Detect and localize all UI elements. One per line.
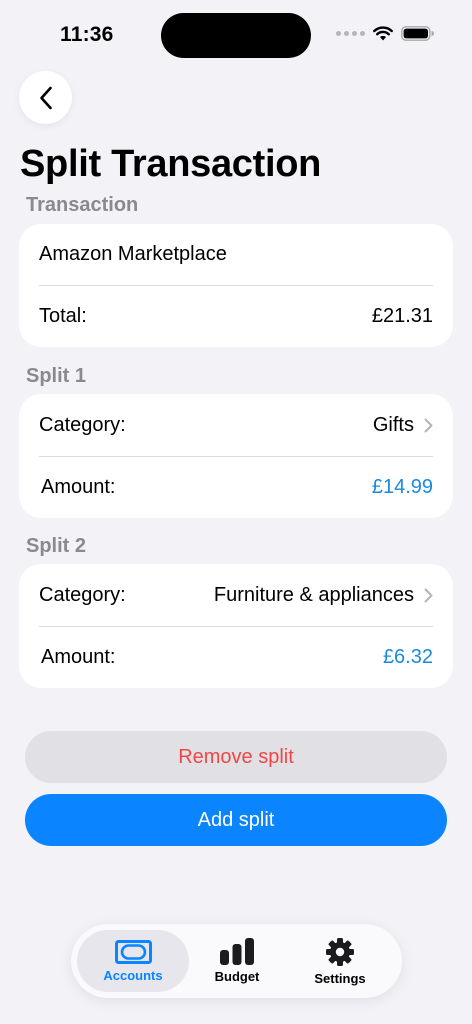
split-1-amount-row: Amount: £14.99 <box>39 457 433 518</box>
split-2-category-row[interactable]: Category: Furniture & appliances <box>39 564 433 626</box>
merchant-row: Amazon Marketplace <box>39 224 433 285</box>
chevron-right-icon <box>424 588 433 602</box>
total-value: £21.31 <box>371 305 433 327</box>
chevron-left-icon <box>39 86 52 109</box>
wallet-card-icon <box>114 939 152 964</box>
split-1-header: Split 1 <box>26 365 87 387</box>
amount-label: Amount: <box>41 646 116 668</box>
split-transaction-screen: 11:36 Split Transaction Transaction Amaz… <box>0 0 472 1024</box>
add-split-button[interactable]: Add split <box>25 794 447 846</box>
tab-budget[interactable]: Budget <box>189 930 285 992</box>
category-value: Furniture & appliances <box>213 583 414 606</box>
chevron-right-icon <box>424 418 433 432</box>
tab-label: Settings <box>314 970 366 986</box>
tab-settings[interactable]: Settings <box>285 930 395 992</box>
transaction-card: Amazon Marketplace Total: £21.31 <box>19 224 453 347</box>
split-1-amount-field[interactable]: £14.99 <box>372 476 433 499</box>
split-2-card: Category: Furniture & appliances Amount:… <box>19 564 453 688</box>
tab-bar: Accounts Budget Settings <box>71 924 402 998</box>
transaction-section-header: Transaction <box>26 194 139 216</box>
split-1-category-row[interactable]: Category: Gifts <box>39 394 433 456</box>
amount-label: Amount: <box>41 476 116 498</box>
battery-icon <box>401 26 434 41</box>
tab-label: Budget <box>214 969 260 984</box>
category-label: Category: <box>39 413 126 436</box>
category-value: Gifts <box>372 413 414 436</box>
status-bar: 11:36 <box>0 0 472 70</box>
status-time: 11:36 <box>60 23 114 46</box>
back-button[interactable] <box>19 71 72 124</box>
total-label: Total: <box>39 305 87 327</box>
split-2-amount-row: Amount: £6.32 <box>39 627 433 688</box>
category-label: Category: <box>39 583 126 606</box>
page-title: Split Transaction <box>20 143 322 185</box>
tab-accounts[interactable]: Accounts <box>77 930 189 992</box>
cellular-signal-icon <box>336 31 365 36</box>
tab-label: Accounts <box>103 967 163 983</box>
wifi-icon <box>373 26 393 41</box>
remove-split-button[interactable]: Remove split <box>25 731 447 783</box>
gear-icon <box>326 937 354 966</box>
total-row: Total: £21.31 <box>39 286 433 347</box>
dynamic-island <box>161 13 311 58</box>
status-indicators <box>336 26 434 41</box>
split-2-header: Split 2 <box>26 535 87 557</box>
split-2-amount-field[interactable]: £6.32 <box>383 646 433 669</box>
merchant-name: Amazon Marketplace <box>39 243 227 265</box>
bar-chart-icon <box>220 938 254 965</box>
split-1-card: Category: Gifts Amount: £14.99 <box>19 394 453 518</box>
